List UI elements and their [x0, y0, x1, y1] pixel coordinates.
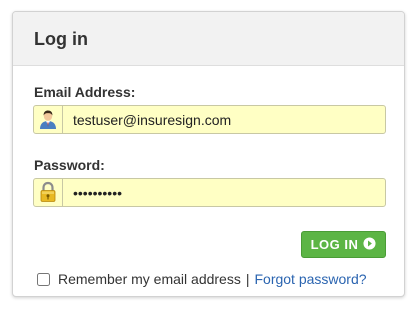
password-input[interactable]	[65, 179, 383, 206]
email-input[interactable]	[65, 106, 383, 133]
panel-header: Log in	[13, 12, 404, 66]
panel-title: Log in	[34, 29, 88, 49]
remember-checkbox[interactable]	[37, 272, 50, 286]
arrow-circle-right-icon	[363, 236, 376, 253]
user-icon	[34, 106, 63, 133]
password-field-wrapper	[33, 178, 386, 207]
login-button[interactable]: LOG IN	[301, 231, 386, 258]
separator: |	[245, 271, 250, 287]
email-label: Email Address:	[34, 84, 136, 100]
email-field-wrapper	[33, 105, 386, 134]
remember-label[interactable]: Remember my email address	[58, 271, 241, 287]
login-panel: Log in Email Address: Password:	[12, 11, 405, 297]
remember-row: Remember my email address | Forgot passw…	[37, 271, 367, 287]
forgot-password-link[interactable]: Forgot password?	[254, 271, 366, 287]
lock-icon	[34, 179, 63, 206]
password-label: Password:	[34, 157, 105, 173]
login-button-label: LOG IN	[310, 237, 359, 252]
